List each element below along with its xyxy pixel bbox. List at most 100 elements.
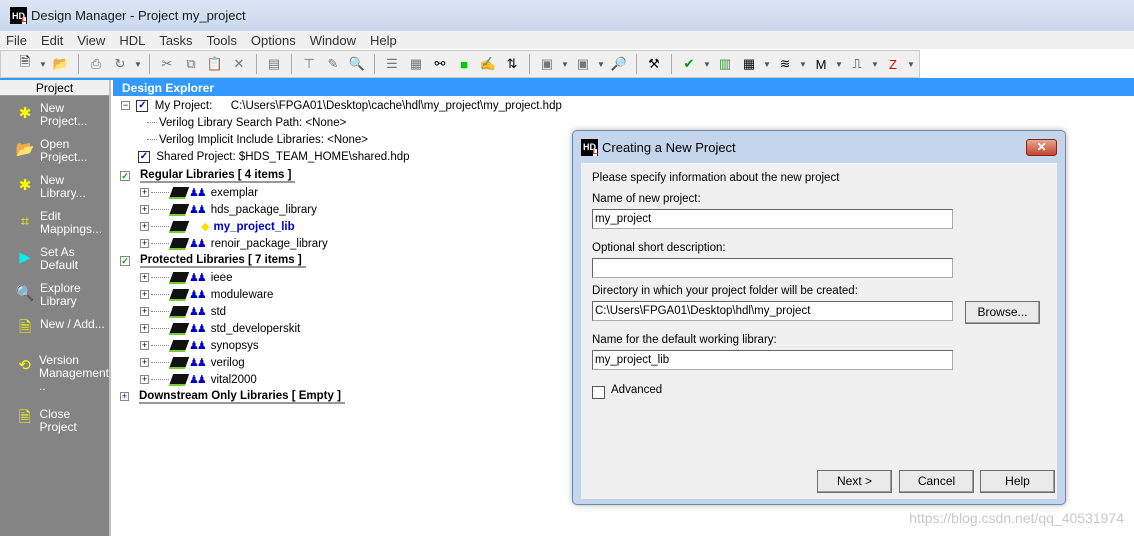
advanced-checkbox[interactable]	[592, 386, 605, 399]
cancel-button[interactable]: Cancel	[899, 470, 974, 493]
sidebar-item-new-project[interactable]: ✱ New Project...	[14, 102, 109, 132]
dropdown-arrow-icon[interactable]: ▼	[597, 60, 605, 69]
project-name-input[interactable]	[592, 209, 953, 229]
checkbox-icon[interactable]: ✓	[138, 150, 150, 163]
menu-view[interactable]: View	[77, 33, 105, 48]
green-chip-icon[interactable]: ■	[454, 55, 474, 73]
expand-icon[interactable]: +	[140, 341, 149, 350]
expand-icon[interactable]: +	[140, 188, 149, 197]
sidebar-item-open-project[interactable]: 📂 Open Project...	[14, 138, 109, 168]
collapse-icon[interactable]: −	[121, 101, 130, 110]
next-button[interactable]: Next >	[817, 470, 892, 493]
checkout-icon[interactable]: ▣	[573, 55, 593, 73]
menu-tools[interactable]: Tools	[207, 33, 237, 48]
expand-icon[interactable]: +	[140, 273, 149, 282]
dropdown-arrow-icon[interactable]: ▼	[835, 60, 843, 69]
sidebar-item-new-add[interactable]: 🗎 New / Add...	[14, 318, 109, 348]
synthesis-icon[interactable]: ⎍	[847, 55, 867, 73]
expand-icon[interactable]: +	[140, 239, 149, 248]
menu-window[interactable]: Window	[310, 33, 356, 48]
browse-button[interactable]: Browse...	[965, 301, 1040, 324]
library-item[interactable]: + ♟♟ renoir_package_library	[140, 235, 328, 252]
expand-icon[interactable]: +	[140, 375, 149, 384]
open-folder-icon[interactable]: 📂	[51, 55, 71, 73]
copy-icon[interactable]: ⧉	[181, 55, 201, 73]
check-icon[interactable]: ✔	[679, 55, 699, 73]
zoom-search-icon[interactable]: 🔎	[609, 55, 629, 73]
sidebar-item-close-project[interactable]: 🗎 Close Project	[14, 408, 109, 438]
dropdown-arrow-icon[interactable]: ▼	[703, 60, 711, 69]
expand-icon[interactable]: +	[140, 222, 149, 231]
check-icon[interactable]: ✓	[120, 255, 130, 266]
list-view-icon[interactable]: ☰	[382, 55, 402, 73]
close-button[interactable]: ✕	[1026, 139, 1057, 156]
notepad-edit-icon[interactable]: ✍	[478, 55, 498, 73]
dropdown-arrow-icon[interactable]: ▼	[907, 60, 915, 69]
expand-icon[interactable]: +	[140, 205, 149, 214]
dropdown-arrow-icon[interactable]: ▼	[763, 60, 771, 69]
directory-input[interactable]	[592, 301, 953, 321]
hierarchy-icon[interactable]: ⊤	[299, 55, 319, 73]
menu-hdl[interactable]: HDL	[119, 33, 145, 48]
dropdown-arrow-icon[interactable]: ▼	[871, 60, 879, 69]
block-diagram-icon[interactable]: ▦	[739, 55, 759, 73]
modelsim-icon[interactable]: M	[811, 55, 831, 73]
menu-tasks[interactable]: Tasks	[159, 33, 192, 48]
simulator-icon[interactable]: ▥	[715, 55, 735, 73]
paste-icon[interactable]: 📋	[205, 55, 225, 73]
delete-icon[interactable]: ✕	[229, 55, 249, 73]
sidebar-item-explore-library[interactable]: 🔍 Explore Library	[14, 282, 109, 312]
build-hammer-icon[interactable]: ⚒	[644, 55, 664, 73]
new-file-icon[interactable]: 🗎	[15, 54, 35, 73]
edit-pen-icon[interactable]: ✎	[323, 55, 343, 73]
library-item[interactable]: + ♟♟ verilog	[140, 354, 245, 371]
check-icon[interactable]: ✓	[120, 170, 130, 181]
menu-help[interactable]: Help	[370, 33, 397, 48]
description-input[interactable]	[592, 258, 953, 278]
menu-file[interactable]: File	[6, 33, 27, 48]
library-item[interactable]: + ♟♟ ieee	[140, 269, 232, 286]
regular-libraries-section[interactable]: ✓ Regular Libraries [ 4 items ]	[120, 167, 296, 184]
downstream-libraries-section[interactable]: + Downstream Only Libraries [ Empty ]	[120, 388, 345, 405]
expand-icon[interactable]: +	[140, 324, 149, 333]
components-icon[interactable]: ▦	[406, 55, 426, 73]
my-project-row[interactable]: − ✓ My Project: C:\Users\FPGA01\Desktop\…	[121, 97, 562, 114]
menu-edit[interactable]: Edit	[41, 33, 63, 48]
expand-icon[interactable]: +	[140, 358, 149, 367]
expand-icon[interactable]: +	[140, 290, 149, 299]
cut-icon[interactable]: ✂	[157, 55, 177, 73]
library-item[interactable]: + ♟♟ vital2000	[140, 371, 257, 388]
stack-edit-icon[interactable]: ≋	[775, 55, 795, 73]
help-button[interactable]: Help	[980, 470, 1055, 493]
sidebar-item-edit-mappings[interactable]: ⌗ Edit Mappings...	[14, 210, 109, 240]
expand-icon[interactable]: +	[120, 392, 129, 401]
swap-icon[interactable]: ⇅	[502, 55, 522, 73]
sidebar-item-version-management[interactable]: ⟲ Version Management ..	[14, 354, 109, 402]
library-item[interactable]: + ◆ my_project_lib	[140, 218, 295, 235]
red-tool-icon[interactable]: Z	[883, 55, 903, 73]
dropdown-arrow-icon[interactable]: ▼	[561, 60, 569, 69]
dropdown-arrow-icon[interactable]: ▼	[799, 60, 807, 69]
library-item[interactable]: + ♟♟ exemplar	[140, 184, 258, 201]
expand-icon[interactable]: +	[140, 307, 149, 316]
find-binoculars-icon[interactable]: ⚯	[430, 55, 450, 73]
properties-icon[interactable]: ▤	[264, 55, 284, 73]
checkin-icon[interactable]: ▣	[537, 55, 557, 73]
sidebar-item-set-as-default[interactable]: ▶ Set As Default	[14, 246, 109, 276]
library-input[interactable]	[592, 350, 953, 370]
library-item[interactable]: + ♟♟ std	[140, 303, 226, 320]
dropdown-arrow-icon[interactable]: ▼	[134, 60, 142, 69]
explore-icon[interactable]: 🔍	[347, 55, 367, 73]
library-item[interactable]: + ♟♟ moduleware	[140, 286, 273, 303]
library-item[interactable]: + ♟♟ std_developerskit	[140, 320, 300, 337]
library-item[interactable]: + ♟♟ synopsys	[140, 337, 259, 354]
checkbox-icon[interactable]: ✓	[136, 99, 149, 112]
menu-options[interactable]: Options	[251, 33, 296, 48]
shared-project-row[interactable]: ✓ Shared Project: $HDS_TEAM_HOME\shared.…	[138, 148, 410, 165]
sidebar-item-new-library[interactable]: ✱ New Library...	[14, 174, 109, 204]
protected-libraries-section[interactable]: ✓ Protected Libraries [ 7 items ]	[120, 252, 306, 269]
print-icon[interactable]: ⎙	[86, 55, 106, 73]
dropdown-arrow-icon[interactable]: ▼	[39, 60, 47, 69]
library-item[interactable]: + ♟♟ hds_package_library	[140, 201, 317, 218]
refresh-icon[interactable]: ↻	[110, 55, 130, 73]
